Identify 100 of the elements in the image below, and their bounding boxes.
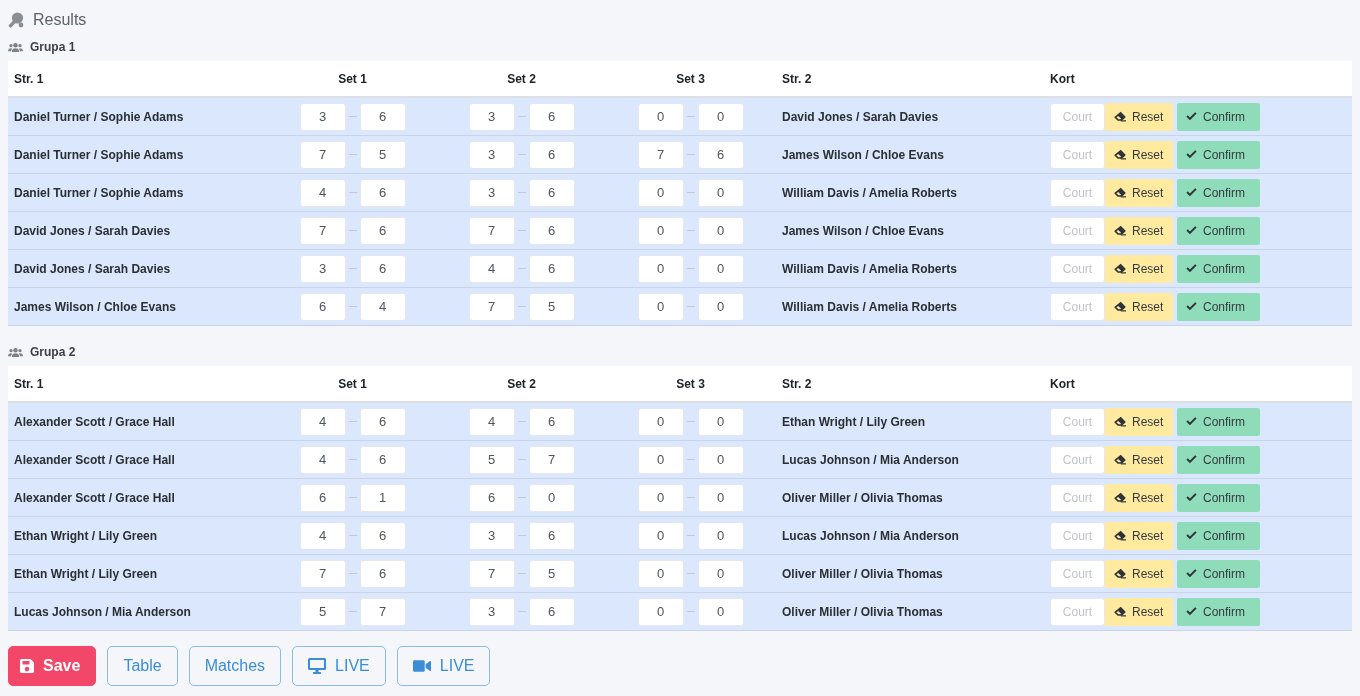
court-input[interactable]: Court: [1050, 254, 1105, 283]
score-input[interactable]: 6: [528, 140, 575, 169]
score-input[interactable]: 4: [299, 521, 346, 550]
confirm-button[interactable]: Confirm: [1177, 559, 1260, 588]
confirm-button[interactable]: Confirm: [1177, 292, 1260, 321]
score-input[interactable]: 7: [299, 140, 346, 169]
court-input[interactable]: Court: [1050, 102, 1105, 131]
court-input[interactable]: Court: [1050, 483, 1105, 512]
score-input[interactable]: 0: [637, 597, 684, 626]
score-input[interactable]: 0: [697, 445, 744, 474]
score-input[interactable]: 0: [637, 102, 684, 131]
score-input[interactable]: 6: [528, 597, 575, 626]
reset-button[interactable]: Reset: [1105, 254, 1173, 283]
score-input[interactable]: 6: [528, 254, 575, 283]
reset-button[interactable]: Reset: [1105, 407, 1173, 436]
confirm-button[interactable]: Confirm: [1177, 483, 1260, 512]
score-input[interactable]: 7: [468, 216, 515, 245]
score-input[interactable]: 3: [299, 102, 346, 131]
score-input[interactable]: 4: [299, 445, 346, 474]
score-input[interactable]: 4: [299, 178, 346, 207]
score-input[interactable]: 6: [468, 483, 515, 512]
score-input[interactable]: 5: [359, 140, 406, 169]
score-input[interactable]: 0: [697, 483, 744, 512]
score-input[interactable]: 5: [528, 292, 575, 321]
score-input[interactable]: 0: [637, 254, 684, 283]
save-button[interactable]: Save: [8, 646, 97, 686]
score-input[interactable]: 3: [468, 140, 515, 169]
score-input[interactable]: 6: [359, 407, 406, 436]
score-input[interactable]: 7: [528, 445, 575, 474]
score-input[interactable]: 0: [637, 521, 684, 550]
score-input[interactable]: 0: [528, 483, 575, 512]
confirm-button[interactable]: Confirm: [1177, 407, 1260, 436]
confirm-button[interactable]: Confirm: [1177, 178, 1260, 207]
score-input[interactable]: 6: [359, 254, 406, 283]
score-input[interactable]: 4: [359, 292, 406, 321]
score-input[interactable]: 7: [359, 597, 406, 626]
court-input[interactable]: Court: [1050, 140, 1105, 169]
reset-button[interactable]: Reset: [1105, 292, 1173, 321]
reset-button[interactable]: Reset: [1105, 216, 1173, 245]
score-input[interactable]: 7: [468, 559, 515, 588]
score-input[interactable]: 6: [697, 140, 744, 169]
score-input[interactable]: 0: [697, 102, 744, 131]
score-input[interactable]: 3: [468, 178, 515, 207]
score-input[interactable]: 3: [299, 254, 346, 283]
score-input[interactable]: 0: [637, 559, 684, 588]
score-input[interactable]: 5: [468, 445, 515, 474]
score-input[interactable]: 0: [637, 445, 684, 474]
score-input[interactable]: 6: [359, 178, 406, 207]
score-input[interactable]: 3: [468, 521, 515, 550]
score-input[interactable]: 1: [359, 483, 406, 512]
court-input[interactable]: Court: [1050, 597, 1105, 626]
score-input[interactable]: 0: [637, 292, 684, 321]
confirm-button[interactable]: Confirm: [1177, 521, 1260, 550]
score-input[interactable]: 5: [299, 597, 346, 626]
score-input[interactable]: 0: [637, 178, 684, 207]
court-input[interactable]: Court: [1050, 445, 1105, 474]
score-input[interactable]: 6: [299, 483, 346, 512]
court-input[interactable]: Court: [1050, 178, 1105, 207]
score-input[interactable]: 0: [697, 178, 744, 207]
score-input[interactable]: 0: [637, 483, 684, 512]
confirm-button[interactable]: Confirm: [1177, 140, 1260, 169]
score-input[interactable]: 6: [359, 102, 406, 131]
court-input[interactable]: Court: [1050, 292, 1105, 321]
reset-button[interactable]: Reset: [1105, 102, 1173, 131]
score-input[interactable]: 6: [359, 216, 406, 245]
score-input[interactable]: 0: [697, 407, 744, 436]
score-input[interactable]: 3: [468, 597, 515, 626]
score-input[interactable]: 3: [468, 102, 515, 131]
confirm-button[interactable]: Confirm: [1177, 597, 1260, 626]
court-input[interactable]: Court: [1050, 559, 1105, 588]
score-input[interactable]: 0: [697, 254, 744, 283]
score-input[interactable]: 4: [468, 254, 515, 283]
confirm-button[interactable]: Confirm: [1177, 216, 1260, 245]
reset-button[interactable]: Reset: [1105, 178, 1173, 207]
score-input[interactable]: 0: [697, 292, 744, 321]
reset-button[interactable]: Reset: [1105, 140, 1173, 169]
score-input[interactable]: 0: [697, 559, 744, 588]
score-input[interactable]: 6: [528, 178, 575, 207]
score-input[interactable]: 6: [528, 407, 575, 436]
score-input[interactable]: 0: [697, 216, 744, 245]
reset-button[interactable]: Reset: [1105, 597, 1173, 626]
court-input[interactable]: Court: [1050, 407, 1105, 436]
court-input[interactable]: Court: [1050, 216, 1105, 245]
score-input[interactable]: 0: [637, 216, 684, 245]
score-input[interactable]: 7: [299, 216, 346, 245]
score-input[interactable]: 6: [528, 102, 575, 131]
score-input[interactable]: 0: [697, 597, 744, 626]
score-input[interactable]: 0: [637, 407, 684, 436]
score-input[interactable]: 7: [299, 559, 346, 588]
reset-button[interactable]: Reset: [1105, 445, 1173, 474]
score-input[interactable]: 6: [528, 216, 575, 245]
score-input[interactable]: 5: [528, 559, 575, 588]
score-input[interactable]: 4: [299, 407, 346, 436]
score-input[interactable]: 6: [359, 559, 406, 588]
score-input[interactable]: 6: [359, 445, 406, 474]
reset-button[interactable]: Reset: [1105, 559, 1173, 588]
score-input[interactable]: 6: [299, 292, 346, 321]
score-input[interactable]: 7: [468, 292, 515, 321]
reset-button[interactable]: Reset: [1105, 483, 1173, 512]
score-input[interactable]: 6: [359, 521, 406, 550]
